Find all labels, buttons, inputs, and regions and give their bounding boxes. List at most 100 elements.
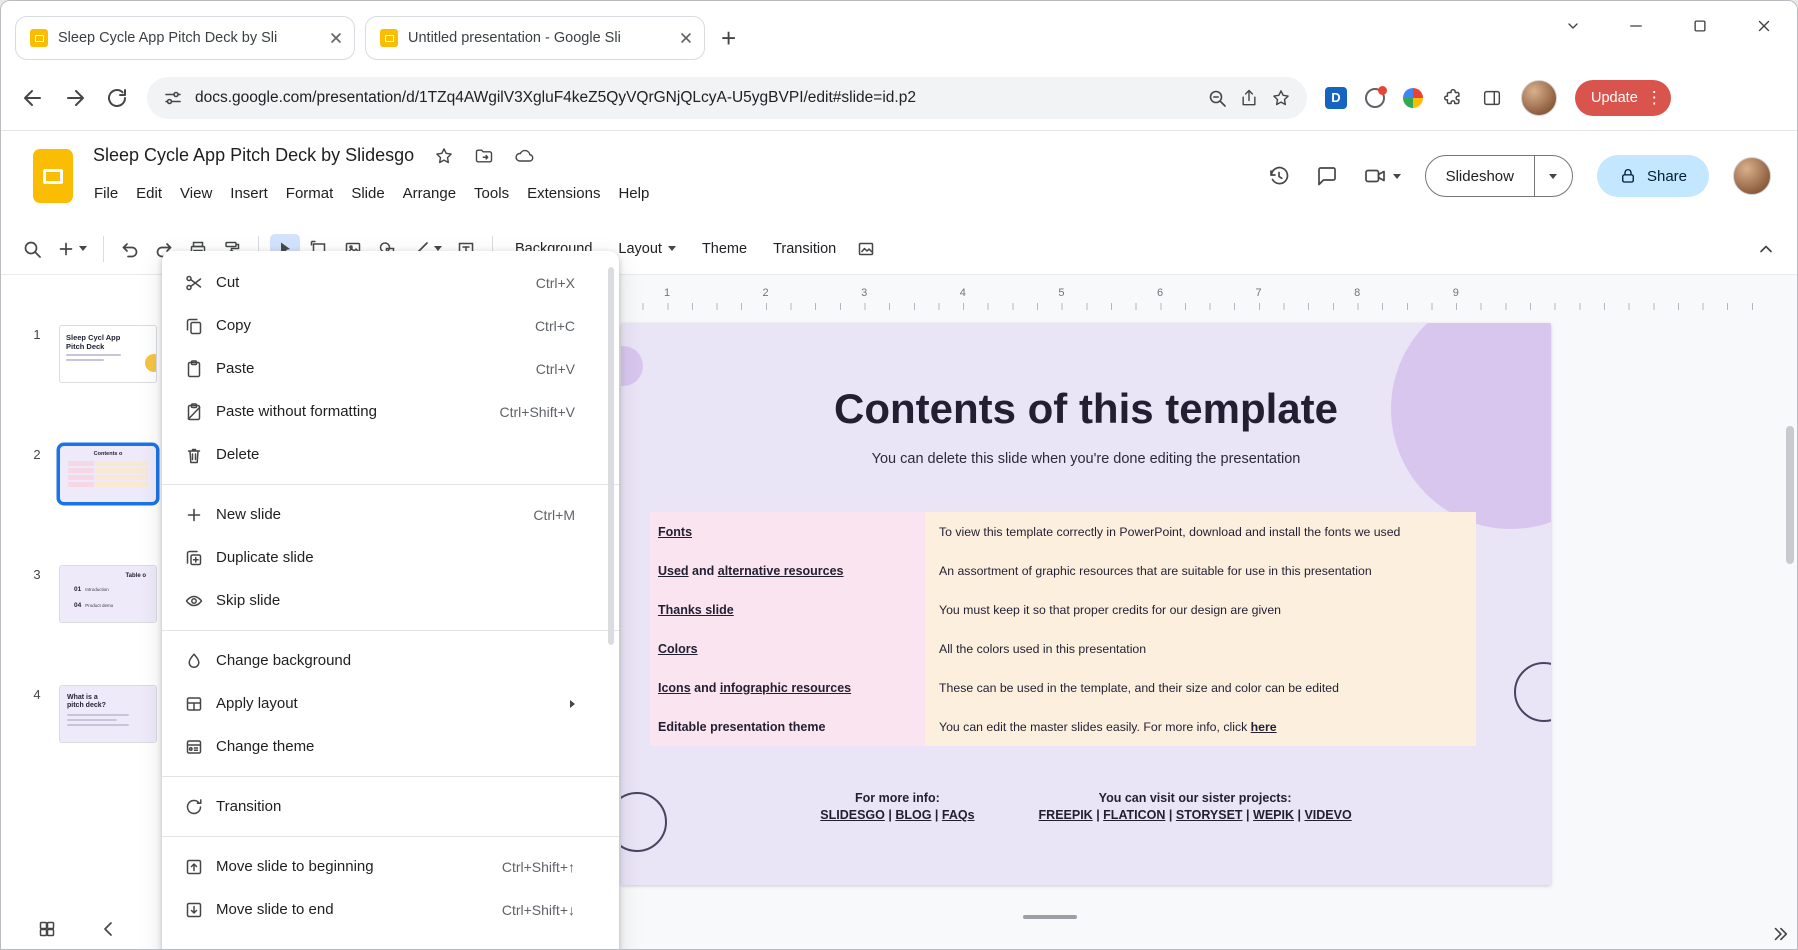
footer-link-flaticon[interactable]: FLATICON <box>1103 808 1165 822</box>
version-history-icon[interactable] <box>1267 164 1291 188</box>
slides-logo[interactable] <box>33 149 73 203</box>
footer-link-freepik[interactable]: FREEPIK <box>1039 808 1093 822</box>
close-icon[interactable] <box>1755 17 1773 35</box>
new-slide-caret-icon[interactable] <box>79 246 87 251</box>
zoom-icon[interactable] <box>1207 88 1227 108</box>
slide-thumbnail-2[interactable]: Contents o <box>59 445 157 503</box>
menubar-item-extensions[interactable]: Extensions <box>518 179 609 208</box>
menubar-item-insert[interactable]: Insert <box>221 179 277 208</box>
comments-icon[interactable] <box>1315 164 1339 188</box>
share-page-icon[interactable] <box>1239 88 1259 108</box>
footer-link-wepik[interactable]: WEPIK <box>1253 808 1294 822</box>
back-icon[interactable] <box>21 86 45 110</box>
context-menu-item-change-background[interactable]: Change background <box>162 639 619 682</box>
tab-search-icon[interactable] <box>1565 18 1581 34</box>
puzzle-icon[interactable] <box>1441 87 1463 109</box>
slideshow-button[interactable]: Slideshow <box>1426 156 1534 196</box>
context-menu-item-new-slide[interactable]: New slideCtrl+M <box>162 493 619 536</box>
side-panel-icon[interactable] <box>1481 87 1503 109</box>
footer-link-blog[interactable]: BLOG <box>895 808 931 822</box>
table-term-text-link[interactable]: Fonts <box>658 525 692 539</box>
extension-pinwheel-icon[interactable] <box>1403 88 1423 108</box>
camera-caret-icon[interactable] <box>1393 174 1401 179</box>
minimize-icon[interactable] <box>1627 17 1645 35</box>
speaker-notes-handle[interactable] <box>1023 915 1077 919</box>
slideshow-dropdown[interactable] <box>1534 156 1572 196</box>
browser-tab-active[interactable]: Sleep Cycle App Pitch Deck by Sli <box>15 16 355 60</box>
table-term-text-link[interactable]: Used <box>658 564 689 578</box>
extension-d-icon[interactable]: D <box>1325 87 1347 109</box>
slide-subtitle[interactable]: You can delete this slide when you're do… <box>621 451 1551 467</box>
new-slide-plus-icon[interactable] <box>51 234 92 264</box>
browser-menu-kebab-icon[interactable]: ⋮ <box>1646 88 1663 108</box>
share-button[interactable]: Share <box>1597 155 1709 197</box>
tab-close-icon[interactable] <box>328 30 344 46</box>
menubar-item-view[interactable]: View <box>171 179 221 208</box>
context-menu-item-apply-layout[interactable]: Apply layout <box>162 682 619 725</box>
slide-thumbnail-4[interactable]: What is a pitch deck? <box>59 685 157 743</box>
cloud-saved-icon[interactable] <box>514 146 534 166</box>
menubar-item-arrange[interactable]: Arrange <box>394 179 465 208</box>
undo-icon[interactable] <box>115 234 145 264</box>
collapse-filmstrip-icon[interactable] <box>99 919 119 939</box>
context-menu-item-delete[interactable]: Delete <box>162 433 619 476</box>
transition-button[interactable]: Transition <box>762 235 847 263</box>
reload-icon[interactable] <box>105 86 129 110</box>
layout-button[interactable]: Layout <box>607 235 687 263</box>
meet-camera-icon[interactable] <box>1363 164 1401 188</box>
star-icon[interactable] <box>434 146 454 166</box>
site-settings-icon[interactable] <box>163 88 183 108</box>
slide-title[interactable]: Contents of this template <box>621 385 1551 433</box>
menubar-item-slide[interactable]: Slide <box>342 179 393 208</box>
footer-link-slidesgo[interactable]: SLIDESGO <box>820 808 885 822</box>
account-avatar[interactable] <box>1733 157 1771 195</box>
insert-image-icon[interactable] <box>851 234 881 264</box>
menubar-item-help[interactable]: Help <box>609 179 658 208</box>
maximize-icon[interactable] <box>1691 17 1709 35</box>
menubar-item-tools[interactable]: Tools <box>465 179 518 208</box>
url-text[interactable]: docs.google.com/presentation/d/1TZq4AWgi… <box>195 89 1195 107</box>
bookmark-star-icon[interactable] <box>1271 88 1291 108</box>
context-menu-item-change-theme[interactable]: Change theme <box>162 725 619 768</box>
vertical-scrollbar[interactable] <box>1786 426 1794 564</box>
profile-avatar[interactable] <box>1521 80 1557 116</box>
context-menu-scrollbar[interactable] <box>608 267 614 645</box>
table-term-text-link[interactable]: infographic resources <box>720 681 851 695</box>
menubar-item-file[interactable]: File <box>85 179 127 208</box>
context-menu-item-transition[interactable]: Transition <box>162 785 619 828</box>
theme-button[interactable]: Theme <box>691 235 758 263</box>
context-menu-item-move-slide-to-end[interactable]: Move slide to endCtrl+Shift+↓ <box>162 888 619 931</box>
expand-icon[interactable] <box>1771 925 1789 943</box>
context-menu-item-paste-without-formatting[interactable]: Paste without formattingCtrl+Shift+V <box>162 390 619 433</box>
table-term-text-link[interactable]: alternative resources <box>718 564 844 578</box>
footer-link-faqs[interactable]: FAQs <box>942 808 975 822</box>
current-slide[interactable]: Contents of this template You can delete… <box>621 323 1551 885</box>
table-term-text-link[interactable]: Thanks slide <box>658 603 734 617</box>
new-tab-button[interactable]: + <box>721 25 736 51</box>
menubar-item-edit[interactable]: Edit <box>127 179 171 208</box>
browser-tab-inactive[interactable]: Untitled presentation - Google Sli <box>365 16 705 60</box>
footer-link-videvo[interactable]: VIDEVO <box>1304 808 1351 822</box>
context-menu-item-move-slide-to-beginning[interactable]: Move slide to beginningCtrl+Shift+↑ <box>162 845 619 888</box>
context-menu-item-paste[interactable]: PasteCtrl+V <box>162 347 619 390</box>
context-menu-item-duplicate-slide[interactable]: Duplicate slide <box>162 536 619 579</box>
table-desc-text-link[interactable]: here <box>1251 720 1277 734</box>
table-term-text-link[interactable]: Icons <box>658 681 691 695</box>
tab-close-icon[interactable] <box>678 30 694 46</box>
slide-thumbnail-1[interactable]: Sleep Cycl App Pitch Deck <box>59 325 157 383</box>
context-menu-item-skip-slide[interactable]: Skip slide <box>162 579 619 622</box>
context-menu-item-copy[interactable]: CopyCtrl+C <box>162 304 619 347</box>
slide-thumbnail-3[interactable]: Table o01Introduction04Product demo <box>59 565 157 623</box>
context-menu-item-cut[interactable]: CutCtrl+X <box>162 261 619 304</box>
move-folder-icon[interactable] <box>474 146 494 166</box>
document-title[interactable]: Sleep Cycle App Pitch Deck by Slidesgo <box>93 145 414 166</box>
update-button[interactable]: Update ⋮ <box>1575 80 1671 116</box>
footer-link-storyset[interactable]: STORYSET <box>1176 808 1243 822</box>
menubar-item-format[interactable]: Format <box>277 179 343 208</box>
grid-view-icon[interactable] <box>37 919 57 939</box>
collapse-toolbar-icon[interactable] <box>1751 234 1781 264</box>
search-icon[interactable] <box>17 234 47 264</box>
forward-icon[interactable] <box>63 86 87 110</box>
table-term-text-link[interactable]: Colors <box>658 642 698 656</box>
url-bar[interactable]: docs.google.com/presentation/d/1TZq4AWgi… <box>147 77 1307 119</box>
